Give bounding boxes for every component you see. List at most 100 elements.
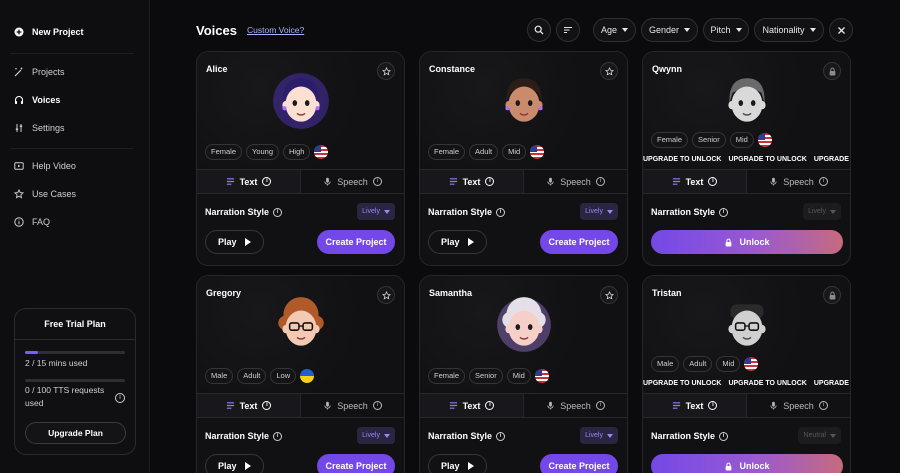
sidebar-item-label: Voices <box>32 95 61 105</box>
tab-speech[interactable]: Speech i <box>523 394 627 417</box>
info-icon[interactable]: i <box>818 401 828 410</box>
play-icon <box>245 238 251 246</box>
lock-icon <box>829 291 835 299</box>
narration-style-select[interactable]: Lively <box>580 203 618 220</box>
new-project-button[interactable]: New Project <box>14 27 84 37</box>
voice-name: Alice <box>206 64 228 74</box>
info-icon[interactable]: i <box>708 177 718 186</box>
mode-tabs: Text i Speech i <box>197 169 404 194</box>
tab-label: Text <box>462 400 481 411</box>
microphone-icon <box>770 401 777 410</box>
create-project-button[interactable]: Create Project <box>540 454 618 473</box>
narration-label-text: Narration Style <box>428 207 493 217</box>
info-icon[interactable]: i <box>262 177 272 186</box>
play-button[interactable]: Play <box>205 230 264 254</box>
sidebar-item-projects[interactable]: Projects <box>14 67 65 77</box>
text-lines-icon <box>449 402 457 409</box>
create-project-button[interactable]: Create Project <box>540 230 618 254</box>
favorite-button[interactable] <box>377 62 395 80</box>
tab-text[interactable]: Text i <box>420 170 523 193</box>
narration-style-select[interactable]: Lively <box>357 203 395 220</box>
info-icon[interactable]: i <box>262 401 272 410</box>
tab-text[interactable]: Text i <box>420 394 523 417</box>
tab-speech[interactable]: Speech i <box>746 170 850 193</box>
voice-card: Tristan Male Adult Mid UPGRADE TO UNLOCK UPGR… <box>642 275 851 473</box>
search-button[interactable] <box>527 18 551 42</box>
nationality-filter[interactable]: Nationality <box>754 18 824 42</box>
microphone-icon <box>324 177 331 186</box>
voice-avatar-icon <box>278 297 324 346</box>
voice-name: Constance <box>429 64 476 74</box>
voice-card: Alice Female Young High Text i Speech i Narratio… <box>196 51 405 266</box>
upgrade-text: UPGRADE TO UNLOCK <box>643 156 722 163</box>
voice-card: Qwynn Female Senior Mid UPGRADE TO UNLOCK UPG… <box>642 51 851 266</box>
voice-name: Samantha <box>429 288 473 298</box>
tab-speech[interactable]: Speech i <box>746 394 850 417</box>
favorite-button[interactable] <box>377 286 395 304</box>
info-icon[interactable]: i <box>595 177 605 186</box>
info-icon[interactable]: i <box>496 207 506 217</box>
play-button[interactable]: Play <box>428 454 487 473</box>
voice-name: Tristan <box>652 288 682 298</box>
create-project-button[interactable]: Create Project <box>317 454 395 473</box>
narration-style-label: Narration Style i <box>428 207 506 217</box>
clear-filters-button[interactable] <box>829 18 853 42</box>
info-icon[interactable]: i <box>595 401 605 410</box>
unlock-button[interactable]: Unlock <box>651 230 843 254</box>
info-icon[interactable]: i <box>485 177 495 186</box>
info-icon[interactable]: i <box>485 401 495 410</box>
voice-tag: Male <box>205 368 234 384</box>
info-icon[interactable]: i <box>372 401 382 410</box>
tab-speech[interactable]: Speech i <box>523 170 627 193</box>
narration-style-label: Narration Style i <box>651 431 729 441</box>
favorite-button[interactable] <box>600 62 618 80</box>
sidebar-item-use-cases[interactable]: Use Cases <box>14 189 76 199</box>
gender-filter[interactable]: Gender <box>641 18 698 42</box>
tab-text[interactable]: Text i <box>643 394 746 417</box>
play-button[interactable]: Play <box>428 230 487 254</box>
voice-tags: Male Adult Mid <box>651 356 759 372</box>
narration-style-label: Narration Style i <box>651 207 729 217</box>
narration-style-select[interactable]: Lively <box>357 427 395 444</box>
chevron-down-icon <box>607 209 613 214</box>
tab-text[interactable]: Text i <box>197 394 300 417</box>
info-icon[interactable]: i <box>818 177 828 186</box>
unlock-button[interactable]: Unlock <box>651 454 843 473</box>
info-icon[interactable]: i <box>273 207 283 217</box>
tab-speech[interactable]: Speech i <box>300 170 404 193</box>
upgrade-plan-button[interactable]: Upgrade Plan <box>25 422 126 444</box>
info-icon[interactable]: i <box>115 393 125 403</box>
magic-wand-icon <box>14 67 23 77</box>
divider <box>10 53 133 54</box>
info-icon[interactable]: i <box>496 431 506 441</box>
filter-label: Nationality <box>762 25 805 35</box>
info-icon[interactable]: i <box>708 401 718 410</box>
chevron-down-icon <box>622 28 628 32</box>
narration-style-select: Neutral <box>798 427 841 444</box>
tab-text[interactable]: Text i <box>643 170 746 193</box>
sidebar-item-settings[interactable]: Settings <box>14 123 65 133</box>
info-icon[interactable]: i <box>273 431 283 441</box>
voice-card-preview: Qwynn Female Senior Mid UPGRADE TO UNLOCK UPG… <box>643 52 850 169</box>
microphone-icon <box>547 177 554 186</box>
sidebar-item-faq[interactable]: FAQ <box>14 217 50 227</box>
chevron-down-icon <box>735 28 742 32</box>
play-button[interactable]: Play <box>205 454 264 473</box>
custom-voice-link[interactable]: Custom Voice? <box>247 25 304 35</box>
narration-style-select[interactable]: Lively <box>580 427 618 444</box>
narration-label-text: Narration Style <box>205 207 270 217</box>
sidebar-item-help-video[interactable]: Help Video <box>14 161 76 171</box>
pitch-filter[interactable]: Pitch <box>703 18 749 42</box>
age-filter[interactable]: Age <box>593 18 636 42</box>
info-icon[interactable]: i <box>719 431 729 441</box>
create-project-button[interactable]: Create Project <box>317 230 395 254</box>
info-icon[interactable]: i <box>372 177 382 186</box>
voice-avatar-icon <box>728 78 766 122</box>
tab-speech[interactable]: Speech i <box>300 394 404 417</box>
sort-button[interactable] <box>556 18 580 42</box>
info-icon[interactable]: i <box>719 207 729 217</box>
sidebar-item-voices[interactable]: Voices <box>14 95 60 105</box>
voice-tags: Female Adult Mid <box>428 144 545 160</box>
favorite-button[interactable] <box>600 286 618 304</box>
tab-text[interactable]: Text i <box>197 170 300 193</box>
